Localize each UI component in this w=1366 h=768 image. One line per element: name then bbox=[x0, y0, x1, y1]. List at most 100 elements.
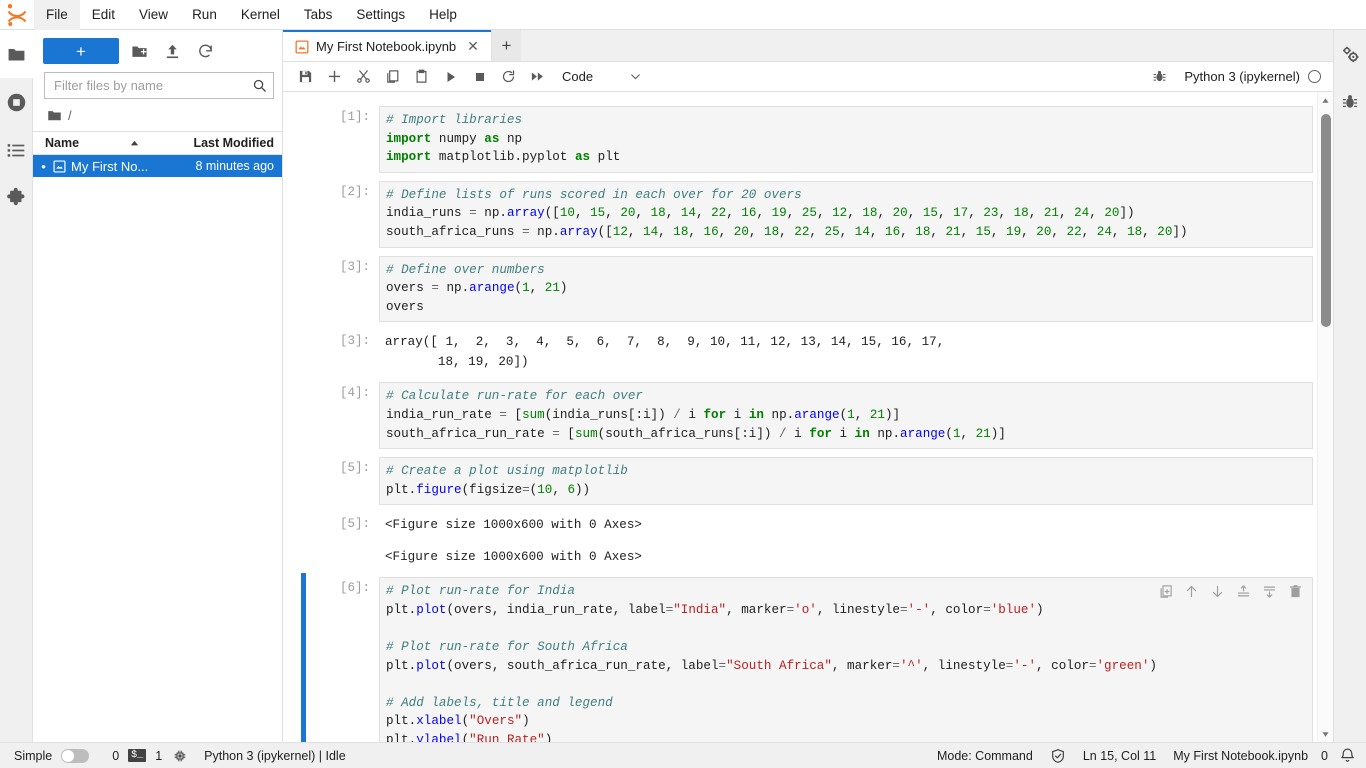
cell-source[interactable]: # Define lists of runs scored in each ov… bbox=[386, 186, 1304, 242]
output-text: <Figure size 1000x600 with 0 Axes> bbox=[385, 550, 642, 565]
cell-editor[interactable]: # Calculate run-rate for each over india… bbox=[379, 382, 1313, 450]
column-header-last-modified[interactable]: Last Modified bbox=[172, 136, 282, 150]
chevron-down-icon[interactable] bbox=[1321, 726, 1330, 742]
kernel-name-label[interactable]: Python 3 (ipykernel) bbox=[1184, 69, 1300, 84]
refresh-icon bbox=[197, 43, 214, 60]
cell-source[interactable]: # Plot run-rate for India plt.plot(overs… bbox=[386, 582, 1304, 742]
restart-run-all-button[interactable] bbox=[523, 63, 552, 91]
cell-source[interactable]: # Calculate run-rate for each over india… bbox=[386, 387, 1304, 443]
close-icon[interactable]: ✕ bbox=[463, 38, 483, 55]
menu-bar: File Edit View Run Kernel Tabs Settings Help bbox=[0, 0, 1366, 30]
menu-item-settings[interactable]: Settings bbox=[344, 0, 417, 30]
new-launcher-button[interactable]: + bbox=[43, 38, 119, 64]
cell-prompt: [4]: bbox=[339, 386, 370, 401]
refresh-button[interactable] bbox=[192, 38, 218, 64]
editor-mode-label[interactable]: Mode: Command bbox=[937, 749, 1033, 763]
notebook-code-cell[interactable]: [3]: # Define over numbers overs = np.ara… bbox=[283, 252, 1333, 327]
tab-label: My First Notebook.ipynb bbox=[316, 39, 457, 54]
notebook-icon bbox=[295, 40, 309, 54]
sidebar-item-debugger[interactable] bbox=[1334, 78, 1366, 126]
notebook-output-cell[interactable]: [3]: array([ 1, 2, 3, 4, 5, 6, 7, 8, 9, 1… bbox=[283, 326, 1333, 378]
notebook-code-cell[interactable]: [2]: # Define lists of runs scored in eac… bbox=[283, 177, 1333, 252]
menu-item-tabs[interactable]: Tabs bbox=[292, 0, 345, 30]
notebook-code-cell[interactable]: [4]: # Calculate run-rate for each over i… bbox=[283, 378, 1333, 453]
cell-source[interactable]: # Create a plot using matplotlib plt.fig… bbox=[386, 462, 1304, 499]
menu-item-help[interactable]: Help bbox=[417, 0, 469, 30]
sidebar-item-property-inspector[interactable] bbox=[1334, 30, 1366, 78]
notebook-code-cell[interactable]: [5]: # Create a plot using matplotlib plt… bbox=[283, 453, 1333, 509]
sidebar-item-extension-manager[interactable] bbox=[0, 174, 33, 222]
sidebar-item-command-palette[interactable] bbox=[0, 126, 33, 174]
upload-button[interactable] bbox=[159, 38, 185, 64]
active-file-label[interactable]: My First Notebook.ipynb bbox=[1173, 749, 1308, 763]
vertical-scrollbar[interactable] bbox=[1317, 92, 1333, 742]
add-tab-button[interactable]: + bbox=[490, 30, 521, 61]
kernel-status-label[interactable]: Python 3 (ipykernel) | Idle bbox=[204, 749, 346, 763]
file-filter-box[interactable] bbox=[44, 72, 274, 99]
menu-item-run[interactable]: Run bbox=[180, 0, 229, 30]
cell-source[interactable]: # Define over numbers overs = np.arange(… bbox=[386, 261, 1304, 317]
paste-cell-button[interactable] bbox=[407, 63, 436, 91]
sidebar-item-file-browser[interactable] bbox=[0, 30, 33, 78]
cell-prompt: [6]: bbox=[339, 581, 370, 596]
cell-editor[interactable]: # Define over numbers overs = np.arange(… bbox=[379, 255, 1313, 323]
insert-cell-button[interactable] bbox=[320, 63, 349, 91]
move-cell-down-button[interactable] bbox=[1208, 582, 1226, 600]
cell-type-select[interactable]: Code bbox=[562, 69, 642, 84]
scrollbar-thumb[interactable] bbox=[1320, 114, 1331, 327]
bug-icon bbox=[1152, 69, 1167, 84]
cell-editor[interactable]: # Define lists of runs scored in each ov… bbox=[379, 180, 1313, 248]
file-last-modified: 8 minutes ago bbox=[195, 159, 274, 173]
delete-cell-button[interactable] bbox=[1286, 582, 1304, 600]
chevron-down-icon bbox=[629, 70, 642, 83]
file-browser-panel: + Filter files by name / Name Last Modif… bbox=[33, 30, 283, 742]
cell-prompt: [2]: bbox=[339, 184, 370, 199]
run-cell-button[interactable] bbox=[436, 63, 465, 91]
duplicate-cell-button[interactable] bbox=[1156, 582, 1174, 600]
cell-editor[interactable]: # Create a plot using matplotlib plt.fig… bbox=[379, 457, 1313, 506]
notebook-code-cell[interactable]: [6]: # Plot run-rate for India plt.plot(o… bbox=[283, 573, 1333, 742]
main-area: + Filter files by name / Name Last Modif… bbox=[0, 30, 1366, 742]
terminal-count[interactable]: 1 bbox=[155, 749, 162, 763]
insert-cell-above-button[interactable] bbox=[1234, 582, 1252, 600]
simple-mode-toggle[interactable] bbox=[61, 748, 90, 763]
folder-icon bbox=[47, 108, 62, 123]
restart-kernel-button[interactable] bbox=[494, 63, 523, 91]
copy-cell-button[interactable] bbox=[378, 63, 407, 91]
folder-icon bbox=[7, 45, 26, 64]
notebook-output-cell[interactable]: <Figure size 1000x600 with 0 Axes> bbox=[283, 541, 1333, 573]
column-header-name[interactable]: Name bbox=[33, 136, 172, 150]
shield-check-icon[interactable] bbox=[1050, 748, 1066, 764]
cell-source[interactable]: # Import libraries import numpy as np im… bbox=[386, 111, 1304, 167]
cell-editor[interactable]: # Plot run-rate for India plt.plot(overs… bbox=[379, 577, 1313, 742]
bell-icon[interactable] bbox=[1339, 747, 1356, 764]
file-list-item[interactable]: • My First No... 8 minutes ago bbox=[33, 155, 282, 177]
menu-item-file[interactable]: File bbox=[34, 0, 80, 30]
save-button[interactable] bbox=[291, 63, 320, 91]
menu-item-view[interactable]: View bbox=[127, 0, 180, 30]
left-activity-bar bbox=[0, 30, 33, 742]
file-list-header: Name Last Modified bbox=[33, 131, 282, 155]
scrollbar-track[interactable] bbox=[1318, 108, 1334, 726]
notebook-code-cell[interactable]: [1]: # Import libraries import numpy as n… bbox=[283, 102, 1333, 177]
menu-item-kernel[interactable]: Kernel bbox=[229, 0, 292, 30]
cut-cell-button[interactable] bbox=[349, 63, 378, 91]
new-folder-button[interactable] bbox=[126, 38, 152, 64]
tab-my-first-notebook[interactable]: My First Notebook.ipynb ✕ bbox=[283, 30, 491, 61]
insert-cell-below-button[interactable] bbox=[1260, 582, 1278, 600]
kernel-session-count[interactable]: 0 bbox=[112, 749, 119, 763]
interrupt-kernel-button[interactable] bbox=[465, 63, 494, 91]
notebook-panel: My First Notebook.ipynb ✕ + Code Python … bbox=[283, 30, 1333, 742]
breadcrumb[interactable]: / bbox=[33, 99, 282, 131]
chevron-up-icon[interactable] bbox=[1321, 92, 1330, 108]
sidebar-item-running-sessions[interactable] bbox=[0, 78, 33, 126]
move-cell-up-button[interactable] bbox=[1182, 582, 1200, 600]
cell-action-toolbar bbox=[1152, 580, 1308, 603]
cell-editor[interactable]: # Import libraries import numpy as np im… bbox=[379, 106, 1313, 173]
filter-files-input[interactable] bbox=[54, 78, 252, 93]
output-text: array([ 1, 2, 3, 4, 5, 6, 7, 8, 9, 10, 1… bbox=[385, 335, 945, 370]
debugger-toggle-button[interactable] bbox=[1145, 63, 1174, 91]
menu-item-edit[interactable]: Edit bbox=[80, 0, 127, 30]
notebook-output-cell[interactable]: [5]: <Figure size 1000x600 with 0 Axes> bbox=[283, 509, 1333, 541]
cursor-position-label[interactable]: Ln 15, Col 11 bbox=[1083, 749, 1156, 763]
